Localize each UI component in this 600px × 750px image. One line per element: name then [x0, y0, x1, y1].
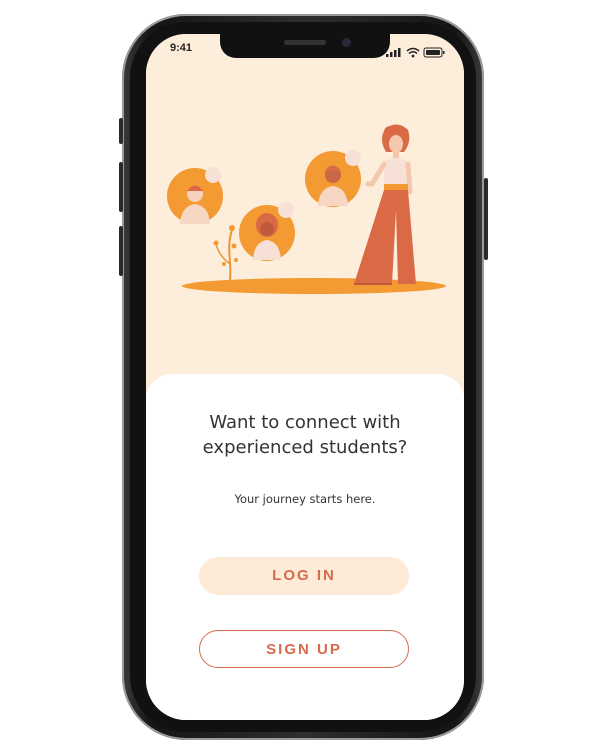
headline-line-1: Want to connect with: [209, 412, 401, 433]
welcome-card: Want to connect with experienced student…: [146, 374, 464, 720]
side-button-mute: [119, 118, 123, 144]
headline-line-2: experienced students?: [202, 437, 408, 458]
phone-screen: 9:41 Want to connect with experienced st…: [146, 34, 464, 720]
battery-icon: [423, 47, 445, 58]
login-button[interactable]: LOG IN: [199, 557, 409, 595]
wifi-icon: [406, 47, 420, 58]
side-button-volume-up: [119, 162, 123, 212]
side-button-volume-down: [119, 226, 123, 276]
phone-notch: [220, 34, 390, 58]
hero-section: [146, 34, 464, 394]
side-button-power: [484, 178, 488, 260]
status-time: 9:41: [170, 42, 193, 54]
signup-button[interactable]: SIGN UP: [199, 630, 409, 668]
status-icons: [386, 43, 446, 58]
people-network-illustration: [167, 124, 446, 294]
earpiece-speaker: [284, 40, 326, 45]
front-camera: [342, 38, 351, 47]
signal-icon: [386, 48, 401, 57]
welcome-subtitle: Your journey starts here.: [234, 492, 376, 506]
welcome-headline: Want to connect with experienced student…: [166, 410, 444, 460]
